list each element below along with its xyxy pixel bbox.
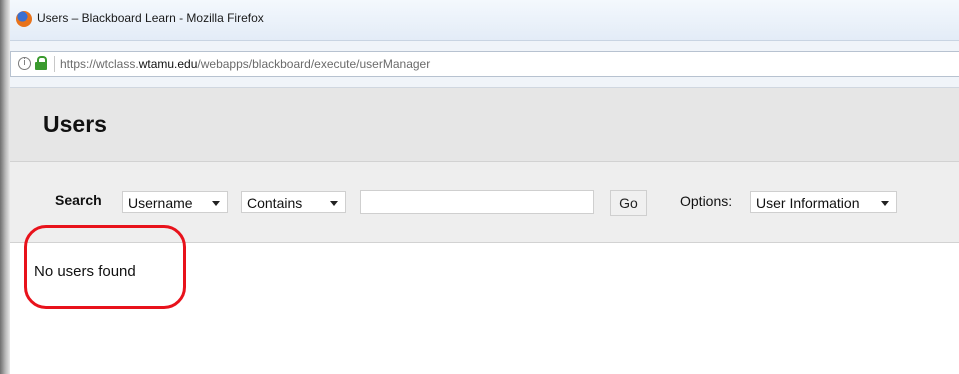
page-title: Users xyxy=(43,111,107,137)
chevron-down-icon xyxy=(881,201,889,206)
url-text[interactable]: https://wtclass.wtamu.edu/webapps/blackb… xyxy=(60,57,430,71)
search-field-value: Username xyxy=(128,195,193,211)
chevron-down-icon xyxy=(212,201,220,206)
url-host: wtamu.edu xyxy=(138,57,198,71)
firefox-icon xyxy=(16,11,32,27)
annotation-highlight-circle xyxy=(24,225,186,309)
info-icon[interactable]: i xyxy=(18,57,31,70)
search-operator-value: Contains xyxy=(247,195,303,211)
browser-navbar: i https://wtclass.wtamu.edu/webapps/blac… xyxy=(10,41,959,88)
browser-titlebar: Users – Blackboard Learn - Mozilla Firef… xyxy=(10,0,959,41)
window-edge xyxy=(0,0,10,374)
search-label: Search xyxy=(55,192,102,208)
options-label: Options: xyxy=(680,193,733,209)
window-title: Users – Blackboard Learn - Mozilla Firef… xyxy=(37,11,264,25)
url-path: /webapps/blackboard/execute/userManager xyxy=(197,57,431,71)
page-header: Users xyxy=(10,88,959,162)
url-prefix: https://wtclass. xyxy=(60,57,139,71)
url-divider xyxy=(54,56,55,72)
chevron-down-icon xyxy=(330,201,338,206)
options-select[interactable]: User Information xyxy=(750,191,897,213)
go-button[interactable]: Go xyxy=(610,190,647,216)
lock-icon[interactable] xyxy=(35,56,47,70)
address-bar[interactable]: i https://wtclass.wtamu.edu/webapps/blac… xyxy=(10,51,959,77)
screenshot-frame: Users – Blackboard Learn - Mozilla Firef… xyxy=(0,0,959,374)
search-operator-select[interactable]: Contains xyxy=(241,191,346,213)
search-input[interactable] xyxy=(360,190,594,214)
options-select-value: User Information xyxy=(756,195,860,211)
search-field-select[interactable]: Username xyxy=(122,191,228,213)
